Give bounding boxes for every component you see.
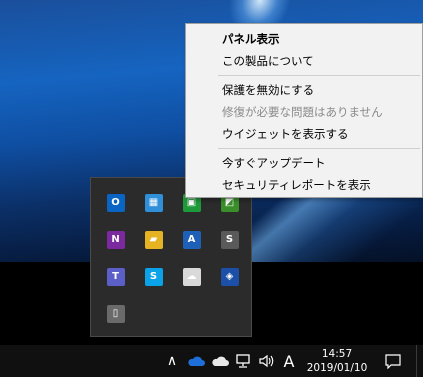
menu-item-5[interactable]: ウイジェットを表示する [186, 123, 422, 145]
menu-separator [218, 75, 420, 76]
onedrive-business-icon[interactable] [185, 345, 207, 377]
volume-icon[interactable] [255, 345, 277, 377]
usb-eject-icon: ▯ [106, 304, 125, 323]
tray-icon-slot[interactable]: S [211, 221, 248, 258]
tray-overflow-flyout: O ▦ ▣ ◩ N ▰ A S T S ☁ ◈ ▯ [90, 177, 252, 337]
tray-icon-slot[interactable]: ▰ [135, 221, 172, 258]
security-shield-icon: ◈ [220, 267, 239, 286]
cloud-upload-icon: ☁ [182, 267, 201, 286]
tray-icon-slot[interactable]: ▯ [97, 295, 134, 332]
menu-item-1[interactable]: この製品について [186, 50, 422, 72]
network-monitor-icon: ▦ [144, 193, 163, 212]
taskbar: ∧ A 14:57 2019/01/10 [0, 345, 423, 377]
show-hidden-icons-chevron[interactable]: ∧ [162, 345, 182, 377]
tray-icon-slot[interactable]: N [97, 221, 134, 258]
skype-icon: S [144, 267, 163, 286]
tray-icon-slot[interactable]: T [97, 258, 134, 295]
menu-item-7[interactable]: 今すぐアップデート [186, 152, 422, 174]
menu-item-4: 修復が必要な問題はありません [222, 105, 383, 119]
clock[interactable]: 14:57 2019/01/10 [300, 346, 374, 376]
action-center-icon[interactable] [380, 345, 406, 377]
menu-item-8[interactable]: セキュリティレポートを表示 [186, 174, 422, 196]
outlook-icon: O [106, 193, 125, 212]
network-icon[interactable] [233, 345, 253, 377]
onedrive-personal-icon[interactable] [209, 345, 231, 377]
menu-separator [218, 148, 420, 149]
tray-icon-slot[interactable]: O [97, 184, 134, 221]
tray-icon-slot[interactable]: S [135, 258, 172, 295]
tray-icon-slot[interactable]: A [173, 221, 210, 258]
show-desktop-button[interactable] [416, 345, 423, 377]
teams-icon: T [106, 267, 125, 286]
tray-icon-slot[interactable]: ▦ [135, 184, 172, 221]
onenote-icon: N [106, 230, 125, 249]
tray-icon-slot[interactable]: ☁ [173, 258, 210, 295]
arrow-app-icon: A [182, 230, 201, 249]
folder-sync-icon: ▰ [144, 230, 163, 249]
sync-circle-icon: S [220, 230, 239, 249]
ime-mode-indicator[interactable]: A [280, 345, 298, 377]
tray-icon-slot[interactable]: ◈ [211, 258, 248, 295]
clock-date: 2019/01/10 [306, 362, 368, 374]
context-menu: パネル表示 この製品について 保護を無効にする修復が必要な問題はありませんウイジェッ… [185, 23, 423, 198]
clock-time: 14:57 [321, 348, 353, 360]
menu-item-0[interactable]: パネル表示 [186, 28, 422, 50]
menu-item-3[interactable]: 保護を無効にする [186, 79, 422, 101]
